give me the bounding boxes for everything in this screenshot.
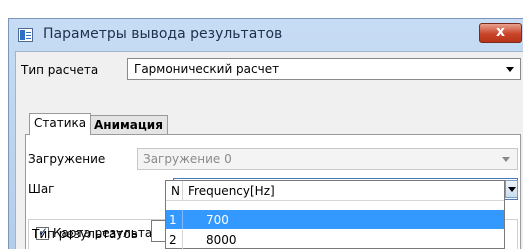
row-n: 2 <box>169 233 177 247</box>
title-bar[interactable]: Параметры вывода результатов x <box>9 19 523 51</box>
row-frequency: 8000 <box>206 233 237 247</box>
calc-type-select[interactable]: Гармонический расчет <box>127 58 521 80</box>
dropdown-row[interactable]: 1 700 <box>166 210 504 229</box>
loading-select: Загружение 0 <box>137 148 518 170</box>
chevron-down-icon <box>506 67 514 72</box>
close-button[interactable]: x <box>479 23 522 43</box>
step-dropdown-button[interactable] <box>505 180 518 198</box>
dropdown-header: N Frequency[Hz] <box>166 181 504 201</box>
dropdown-row[interactable]: 2 8000 <box>166 230 504 249</box>
loading-value: Загружение 0 <box>143 152 232 166</box>
window-title: Параметры вывода результатов <box>43 26 283 42</box>
step-dropdown-list: N Frequency[Hz] 1 700 2 8000 <box>165 180 505 249</box>
column-header-frequency: Frequency[Hz] <box>188 184 275 198</box>
loading-label: Загружение <box>28 152 106 166</box>
calc-type-value: Гармонический расчет <box>134 62 280 76</box>
calc-type-label: Тип расчета <box>21 63 99 77</box>
row-n: 1 <box>169 213 177 227</box>
chevron-down-icon <box>502 157 510 162</box>
tab-animation[interactable]: Анимация <box>89 115 168 135</box>
result-type-label: Тип результатов <box>32 227 138 241</box>
step-label: Шаг <box>28 182 55 196</box>
tab-statics[interactable]: Статика <box>29 113 92 135</box>
result-type-select[interactable] <box>151 220 165 242</box>
column-header-n: N <box>171 184 180 198</box>
row-frequency: 700 <box>206 213 229 227</box>
chevron-down-icon <box>508 187 516 192</box>
app-icon <box>18 28 33 42</box>
